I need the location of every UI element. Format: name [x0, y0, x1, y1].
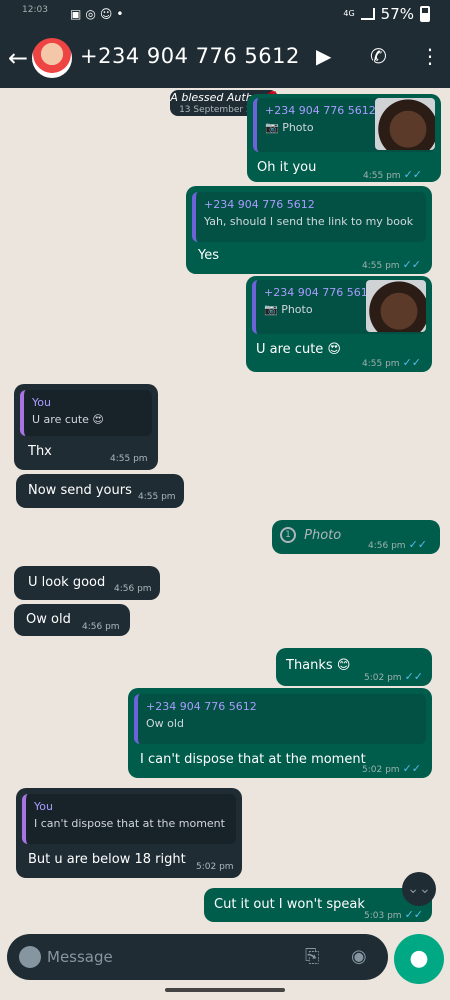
- message-time: 5:02 pm: [364, 673, 402, 683]
- timer-icon: 1: [280, 527, 296, 543]
- message-time: 4:55 pm: [138, 492, 176, 502]
- attach-icon[interactable]: ⎘: [305, 946, 319, 967]
- battery-icon: [420, 6, 430, 22]
- photo-message[interactable]: 1 Photo: [280, 527, 341, 543]
- camera-icon[interactable]: ◉: [351, 946, 367, 967]
- message-text: I can't dispose that at the moment: [140, 752, 366, 767]
- message-bubble[interactable]: +234 904 776 5612 Yah, should I send the…: [186, 186, 432, 274]
- quoted-reply[interactable]: +234 904 776 5612 📷 Photo: [252, 280, 426, 334]
- read-ticks-icon: ✓✓: [408, 538, 427, 551]
- message-meta: 4:56 pm ✓✓: [368, 538, 427, 551]
- quoted-reply[interactable]: +234 904 776 5612 Ow old: [134, 694, 426, 744]
- photo-thumbnail: [366, 280, 426, 332]
- message-bubble[interactable]: U look good 4:56 pm: [14, 566, 160, 600]
- message-input[interactable]: [47, 942, 297, 972]
- message-meta: 4:55 pm ✓✓: [362, 258, 421, 271]
- scroll-down-button[interactable]: ⌄⌄: [402, 872, 436, 906]
- message-meta: 5:02 pm ✓✓: [362, 762, 421, 775]
- message-text: Thx: [28, 444, 52, 459]
- quoted-text: Ow old: [146, 717, 184, 730]
- quoted-sender: You: [34, 800, 53, 813]
- message-time: 4:56 pm: [114, 584, 152, 594]
- quoted-reply[interactable]: +234 904 776 5612 📷 Photo: [253, 98, 435, 152]
- message-time: 5:02 pm: [196, 862, 234, 872]
- message-bubble[interactable]: Ow old 4:56 pm: [14, 604, 130, 636]
- gesture-nav-bar[interactable]: [165, 988, 285, 992]
- read-ticks-icon: ✓✓: [403, 168, 422, 181]
- message-text: Cut it out I won't speak: [214, 897, 365, 912]
- message-text: Oh it you: [257, 160, 317, 175]
- message-time: 4:56 pm: [82, 622, 120, 632]
- photo-thumbnail: [375, 98, 435, 150]
- network-type: 4G: [343, 9, 355, 18]
- dot-icon: •: [116, 7, 124, 21]
- read-ticks-icon: ✓✓: [402, 356, 421, 369]
- message-text: U are cute 😍: [256, 342, 341, 357]
- message-text: Yes: [198, 248, 219, 263]
- message-time: 4:55 pm: [362, 261, 400, 271]
- message-meta: 4:55 pm ✓✓: [363, 168, 422, 181]
- message-input-bar: ⎘ ◉: [7, 934, 388, 980]
- notification-icons: ▣ ◎ ☺ •: [70, 7, 123, 21]
- message-meta: 5:03 pm ✓✓: [364, 908, 423, 921]
- quoted-reply[interactable]: You U are cute 😍: [20, 390, 152, 436]
- whatsapp-icon: ◎: [85, 7, 96, 21]
- chat-header: ← +234 904 776 5612 ▶ ✆ ⋮: [0, 30, 450, 88]
- image-icon: ▣: [70, 7, 82, 21]
- quoted-reply[interactable]: +234 904 776 5612 Yah, should I send the…: [192, 192, 426, 242]
- read-ticks-icon: ✓✓: [402, 258, 421, 271]
- message-text: Now send yours: [28, 483, 132, 498]
- message-bubble[interactable]: +234 904 776 5612 📷 Photo Oh it you 4:55…: [247, 94, 441, 182]
- quoted-text: U are cute 😍: [32, 413, 104, 426]
- message-meta: 5:02 pm ✓✓: [364, 670, 423, 683]
- message-bubble[interactable]: You I can't dispose that at the moment B…: [16, 788, 242, 878]
- arrow-left-icon[interactable]: ←: [8, 44, 28, 72]
- read-ticks-icon: ✓✓: [404, 908, 423, 921]
- signal-icon: [360, 8, 375, 20]
- more-vert-icon[interactable]: ⋮: [420, 44, 440, 68]
- quoted-sender: +234 904 776 5612: [204, 198, 315, 211]
- video-icon[interactable]: ▶: [316, 44, 331, 68]
- snapchat-icon: ☺: [99, 7, 113, 21]
- quoted-text: I can't dispose that at the moment: [34, 817, 225, 830]
- message-text: But u are below 18 right: [28, 852, 186, 867]
- message-time: 4:56 pm: [368, 541, 406, 551]
- quoted-reply[interactable]: You I can't dispose that at the moment: [22, 794, 236, 844]
- message-time: 4:55 pm: [362, 359, 400, 369]
- phone-icon[interactable]: ✆: [370, 44, 387, 68]
- message-time: 5:03 pm: [364, 911, 402, 921]
- message-bubble[interactable]: You U are cute 😍 Thx 4:55 pm: [14, 384, 158, 470]
- status-right: 4G 57%: [343, 5, 430, 23]
- message-text: Ow old: [26, 612, 71, 627]
- avatar[interactable]: [32, 38, 72, 78]
- message-bubble[interactable]: Cut it out I won't speak 5:03 pm ✓✓: [204, 888, 432, 922]
- message-bubble[interactable]: Now send yours 4:55 pm: [16, 474, 184, 508]
- quoted-sender: You: [32, 396, 51, 409]
- message-bubble[interactable]: +234 904 776 5612 Ow old I can't dispose…: [128, 688, 432, 778]
- message-meta: 4:55 pm ✓✓: [362, 356, 421, 369]
- message-time: 5:02 pm: [362, 765, 400, 775]
- message-bubble[interactable]: Thanks 😊 5:02 pm ✓✓: [276, 648, 432, 686]
- contact-name[interactable]: +234 904 776 5612: [80, 44, 300, 68]
- read-ticks-icon: ✓✓: [402, 762, 421, 775]
- message-text: U look good: [28, 575, 106, 590]
- chat-area: A blessed Author🌹 13 September 2022 +234…: [0, 88, 450, 930]
- status-time: 12:03: [22, 5, 48, 15]
- quoted-sender: +234 904 776 5612: [146, 700, 257, 713]
- message-bubble[interactable]: +234 904 776 5612 📷 Photo U are cute 😍 4…: [246, 276, 432, 372]
- quoted-text: Yah, should I send the link to my book: [204, 215, 414, 228]
- message-text: Photo: [304, 527, 342, 543]
- message-time: 4:55 pm: [110, 454, 148, 464]
- message-text: Thanks 😊: [286, 658, 351, 673]
- status-bar: 12:03 ▣ ◎ ☺ • 4G 57%: [0, 0, 450, 30]
- mic-button[interactable]: ●: [394, 934, 444, 984]
- mic-icon: ●: [409, 946, 429, 971]
- message-bubble[interactable]: 1 Photo 4:56 pm ✓✓: [272, 520, 440, 554]
- battery-percent: 57%: [380, 5, 414, 23]
- emoji-icon[interactable]: [19, 946, 41, 968]
- message-time: 4:55 pm: [363, 171, 401, 181]
- read-ticks-icon: ✓✓: [404, 670, 423, 683]
